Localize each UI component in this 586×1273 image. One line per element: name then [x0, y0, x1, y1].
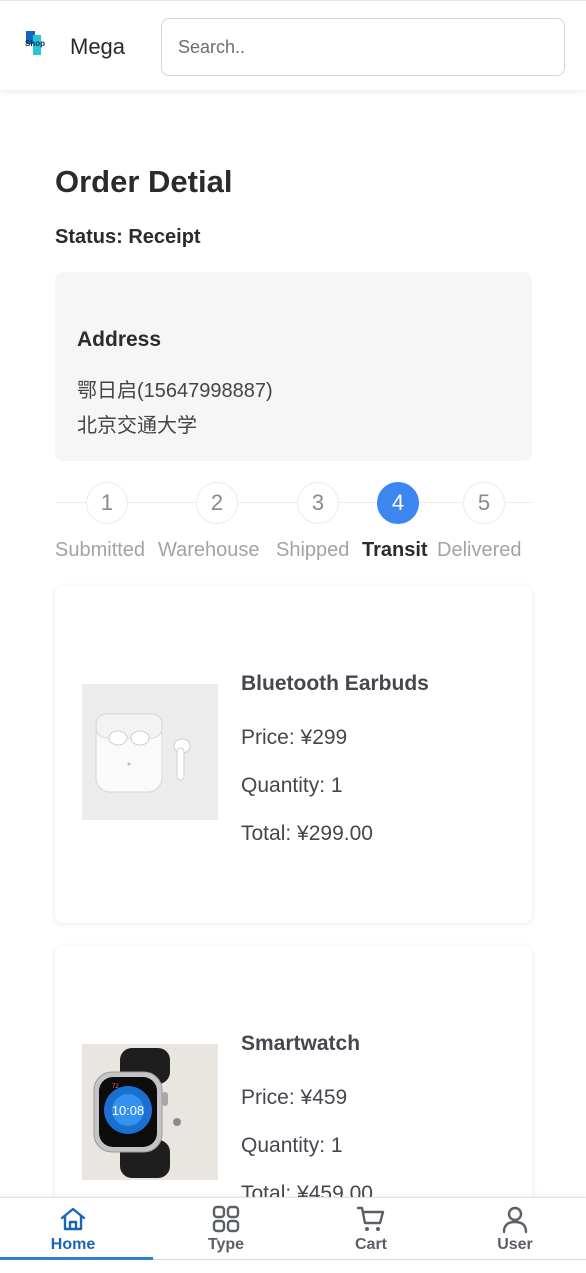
nav-label-type: Type — [207, 1236, 245, 1253]
step-5-circle: 5 — [463, 482, 505, 524]
item-quantity: Quantity: 1 — [241, 774, 343, 797]
address-location: 北京交通大学 — [77, 415, 197, 437]
shop-logo[interactable]: Shop — [24, 29, 54, 57]
nav-item-cart[interactable]: Cart — [298, 1198, 444, 1260]
step-2-label: Warehouse — [158, 539, 260, 561]
watch-corner: 72 — [112, 1084, 119, 1090]
nav-label-home: Home — [50, 1236, 96, 1253]
address-contact: 鄂日启(15647998887) — [77, 380, 273, 402]
address-title: Address — [77, 328, 162, 351]
item-price: Price: ¥459 — [241, 1086, 348, 1109]
grid-icon — [212, 1205, 240, 1233]
step-3-label: Shipped — [276, 539, 350, 561]
item-name[interactable]: Bluetooth Earbuds — [241, 672, 429, 696]
step-5-label: Delivered — [437, 539, 522, 561]
cart-icon — [356, 1206, 385, 1231]
nav-active-indicator — [0, 1257, 153, 1260]
item-total: Total: ¥299.00 — [241, 822, 373, 845]
item-price: Price: ¥299 — [241, 726, 348, 749]
step-2-circle: 2 — [196, 482, 238, 524]
step-1-circle: 1 — [86, 482, 128, 524]
page-title: Order Detial — [55, 164, 233, 199]
smartwatch-image: 10:08 72 — [82, 1044, 218, 1180]
nav-item-user[interactable]: User — [442, 1198, 586, 1260]
bottom-nav: Home Type Cart User — [0, 1197, 586, 1273]
earbuds-image — [82, 684, 218, 820]
logo-text: Shop — [25, 39, 45, 48]
order-status: Status: Receipt — [55, 226, 201, 248]
step-3-circle: 3 — [297, 482, 339, 524]
nav-item-type[interactable]: Type — [153, 1198, 299, 1260]
user-icon — [502, 1206, 528, 1234]
watch-time: 10:08 — [112, 1103, 145, 1118]
nav-label-user: User — [497, 1236, 533, 1253]
nav-item-home[interactable]: Home — [0, 1198, 146, 1260]
home-icon — [60, 1207, 86, 1231]
item-name[interactable]: Smartwatch — [241, 1032, 360, 1056]
search-input[interactable] — [161, 18, 565, 76]
step-4-label: Transit — [362, 539, 428, 561]
brand-name[interactable]: Mega — [70, 34, 125, 60]
step-4-circle: 4 — [377, 482, 419, 524]
nav-label-cart: Cart — [354, 1236, 387, 1253]
address-card: Address 鄂日启(15647998887) 北京交通大学 — [55, 272, 532, 461]
item-quantity: Quantity: 1 — [241, 1134, 343, 1157]
top-header: Shop Mega — [0, 0, 586, 90]
step-1-label: Submitted — [55, 539, 146, 561]
order-item-card[interactable]: Bluetooth Earbuds Price: ¥299 Quantity: … — [55, 586, 532, 923]
